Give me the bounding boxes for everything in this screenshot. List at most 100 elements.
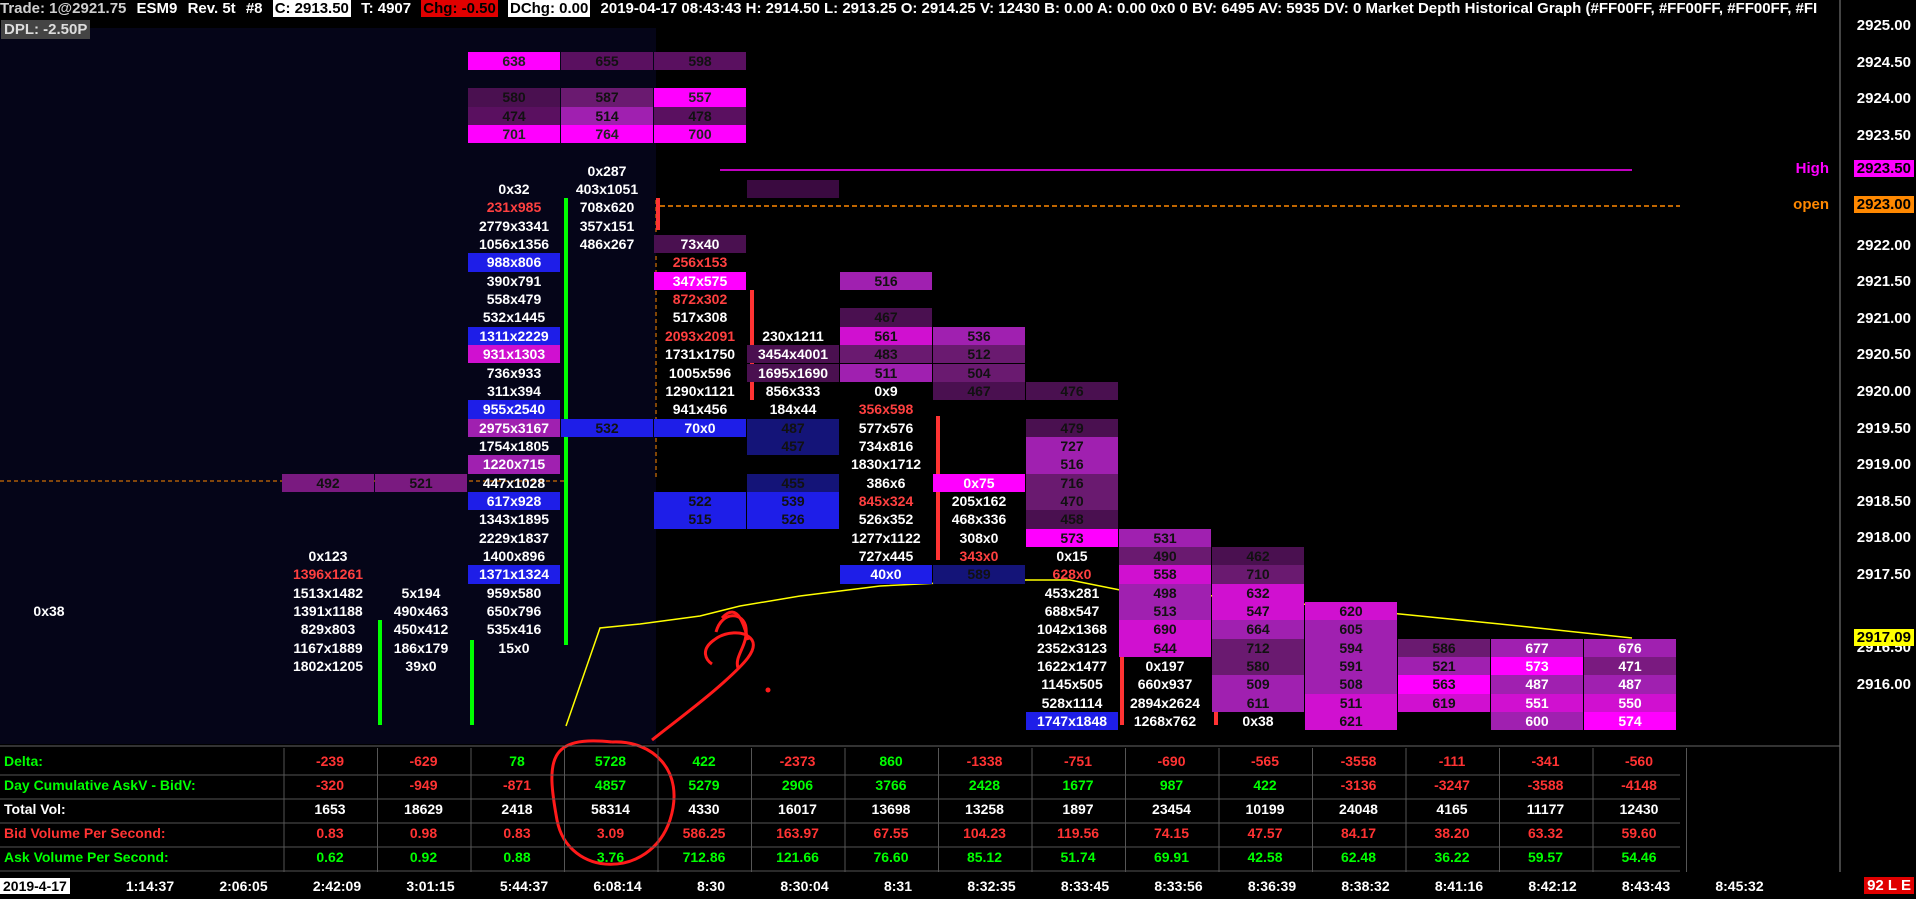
footprint-cell[interactable]: 347x575 (654, 271, 746, 291)
footprint-cell[interactable]: 558 (1119, 565, 1211, 584)
footprint-cell[interactable]: 988x806 (468, 253, 560, 272)
footprint-cell[interactable]: 591 (1305, 657, 1397, 676)
footprint-cell[interactable]: 514 (561, 106, 653, 125)
footprint-cell[interactable]: 357x151 (561, 217, 653, 235)
footprint-cell[interactable]: 458 (1026, 510, 1118, 529)
footprint-cell[interactable]: 598 (654, 51, 746, 70)
footprint-cell[interactable]: 517x308 (654, 308, 746, 326)
footprint-cell[interactable]: 931x1303 (468, 345, 560, 364)
footprint-cell[interactable]: 1400x896 (468, 547, 560, 565)
footprint-cell[interactable]: 509 (1212, 675, 1304, 694)
footprint-cell[interactable]: 1830x1712 (840, 455, 932, 473)
footprint-cell[interactable]: 563 (1398, 675, 1490, 694)
footprint-cell[interactable]: 39x0 (375, 657, 467, 675)
footprint-cell[interactable]: 573 (1026, 528, 1118, 547)
footprint-cell[interactable]: 700 (654, 124, 746, 144)
footprint-cell[interactable]: 526x352 (840, 510, 932, 528)
footprint-cell[interactable]: 73x40 (654, 235, 746, 254)
footprint-cell[interactable]: 512 (933, 345, 1025, 364)
footprint-cell[interactable]: 476 (1026, 381, 1118, 401)
footprint-cell[interactable]: 186x179 (375, 639, 467, 657)
footprint-cell[interactable]: 621 (1305, 712, 1397, 731)
footprint-cell[interactable]: 471 (1584, 657, 1676, 676)
footprint-cell[interactable]: 467 (933, 381, 1025, 401)
footprint-cell[interactable]: 447x1028 (468, 474, 560, 492)
footprint-cell[interactable]: 710 (1212, 565, 1304, 584)
footprint-cell[interactable]: 600 (1491, 712, 1583, 731)
footprint-cell[interactable]: 511 (840, 363, 932, 382)
footprint-cell[interactable]: 1747x1848 (1026, 712, 1118, 731)
footprint-cell[interactable]: 487 (747, 418, 839, 437)
footprint-cell[interactable]: 1042x1368 (1026, 620, 1118, 638)
footprint-cell[interactable]: 70x0 (654, 418, 746, 437)
footprint-cell[interactable]: 0x9 (840, 382, 932, 400)
footprint-cell[interactable]: 2093x2091 (654, 327, 746, 345)
footprint-cell[interactable]: 40x0 (840, 565, 932, 584)
footprint-cell[interactable]: 453x281 (1026, 584, 1118, 602)
footprint-cell[interactable]: 467 (840, 308, 932, 327)
footprint-cell[interactable]: 676 (1584, 638, 1676, 658)
footprint-cell[interactable]: 632 (1212, 583, 1304, 603)
footprint-cell[interactable]: 492 (282, 473, 374, 492)
footprint-cell[interactable]: 1343x1895 (468, 510, 560, 528)
footprint-cell[interactable]: 455 (747, 473, 839, 492)
footprint-cell[interactable]: 638 (468, 51, 560, 70)
footprint-cell[interactable]: 508 (1305, 675, 1397, 694)
footprint-cell[interactable]: 551 (1491, 693, 1583, 713)
footprint-cell[interactable]: 184x44 (747, 400, 839, 418)
footprint-cell[interactable]: 487 (1584, 675, 1676, 694)
footprint-cell[interactable]: 712 (1212, 638, 1304, 658)
footprint-cell[interactable]: 1056x1356 (468, 235, 560, 253)
footprint-cell[interactable]: 605 (1305, 620, 1397, 639)
footprint-cell[interactable]: 0x38 (3, 602, 95, 620)
footprint-cell[interactable]: 231x985 (468, 198, 560, 216)
footprint-cell[interactable]: 1371x1324 (468, 565, 560, 584)
footprint-cell[interactable]: 1802x1205 (282, 657, 374, 675)
footprint-cell[interactable]: 558x479 (468, 290, 560, 308)
footprint-cell[interactable]: 536 (933, 326, 1025, 346)
footprint-cell[interactable]: 0x38 (1212, 712, 1304, 730)
footprint-cell[interactable]: 498 (1119, 583, 1211, 603)
footprint-cell[interactable]: 1311x2229 (468, 326, 560, 346)
footprint-cell[interactable]: 1513x1482 (282, 584, 374, 602)
footprint-cell[interactable]: 544 (1119, 638, 1211, 658)
footprint-cell[interactable]: 403x1051 (561, 180, 653, 198)
footprint-cell[interactable]: 531 (1119, 528, 1211, 547)
footprint-cell[interactable]: 526 (747, 510, 839, 529)
footprint-cell[interactable]: 386x6 (840, 474, 932, 492)
footprint-cell[interactable]: 468x336 (933, 510, 1025, 528)
footprint-cell[interactable]: 457 (747, 436, 839, 456)
footprint-cell[interactable]: 2229x1837 (468, 529, 560, 547)
footprint-cell[interactable]: 5x194 (375, 584, 467, 602)
footprint-cell[interactable]: 1695x1690 (747, 363, 839, 382)
footprint-cell[interactable]: 701 (468, 124, 560, 144)
footprint-cell[interactable]: 0x197 (1119, 657, 1211, 675)
footprint-cell[interactable]: 470 (1026, 491, 1118, 511)
footprint-cell[interactable]: 0x123 (282, 547, 374, 565)
footprint-cell[interactable]: 736x933 (468, 364, 560, 382)
footprint-cell[interactable]: 513 (1119, 602, 1211, 621)
footprint-cell[interactable]: 1268x762 (1119, 712, 1211, 730)
footprint-cell[interactable]: 390x791 (468, 272, 560, 290)
footprint-cell[interactable]: 1754x1805 (468, 437, 560, 455)
footprint-cell[interactable]: 3454x4001 (747, 345, 839, 364)
footprint-cell[interactable]: 450x412 (375, 620, 467, 638)
footprint-cell[interactable]: 664 (1212, 620, 1304, 639)
footprint-cell[interactable]: 490 (1119, 547, 1211, 566)
footprint-cell[interactable]: 15x0 (468, 639, 560, 657)
footprint-cell[interactable]: 0x75 (933, 473, 1025, 492)
footprint-cell[interactable]: 727 (1026, 436, 1118, 456)
footprint-cell[interactable]: 587 (561, 88, 653, 107)
footprint-cell[interactable]: 462 (1212, 547, 1304, 566)
footprint-cell[interactable]: 550 (1584, 693, 1676, 713)
footprint-cell[interactable]: 619 (1398, 693, 1490, 713)
footprint-cell[interactable] (747, 180, 839, 199)
footprint-cell[interactable]: 532 (561, 418, 653, 437)
footprint-cell[interactable]: 959x580 (468, 584, 560, 602)
footprint-cell[interactable]: 561 (840, 326, 932, 346)
footprint-cell[interactable]: 487 (1491, 675, 1583, 694)
footprint-cell[interactable]: 2352x3123 (1026, 639, 1118, 657)
footprint-cell[interactable]: 511 (1305, 693, 1397, 713)
footprint-cell[interactable]: 845x324 (840, 492, 932, 510)
footprint-cell[interactable]: 557 (654, 88, 746, 107)
